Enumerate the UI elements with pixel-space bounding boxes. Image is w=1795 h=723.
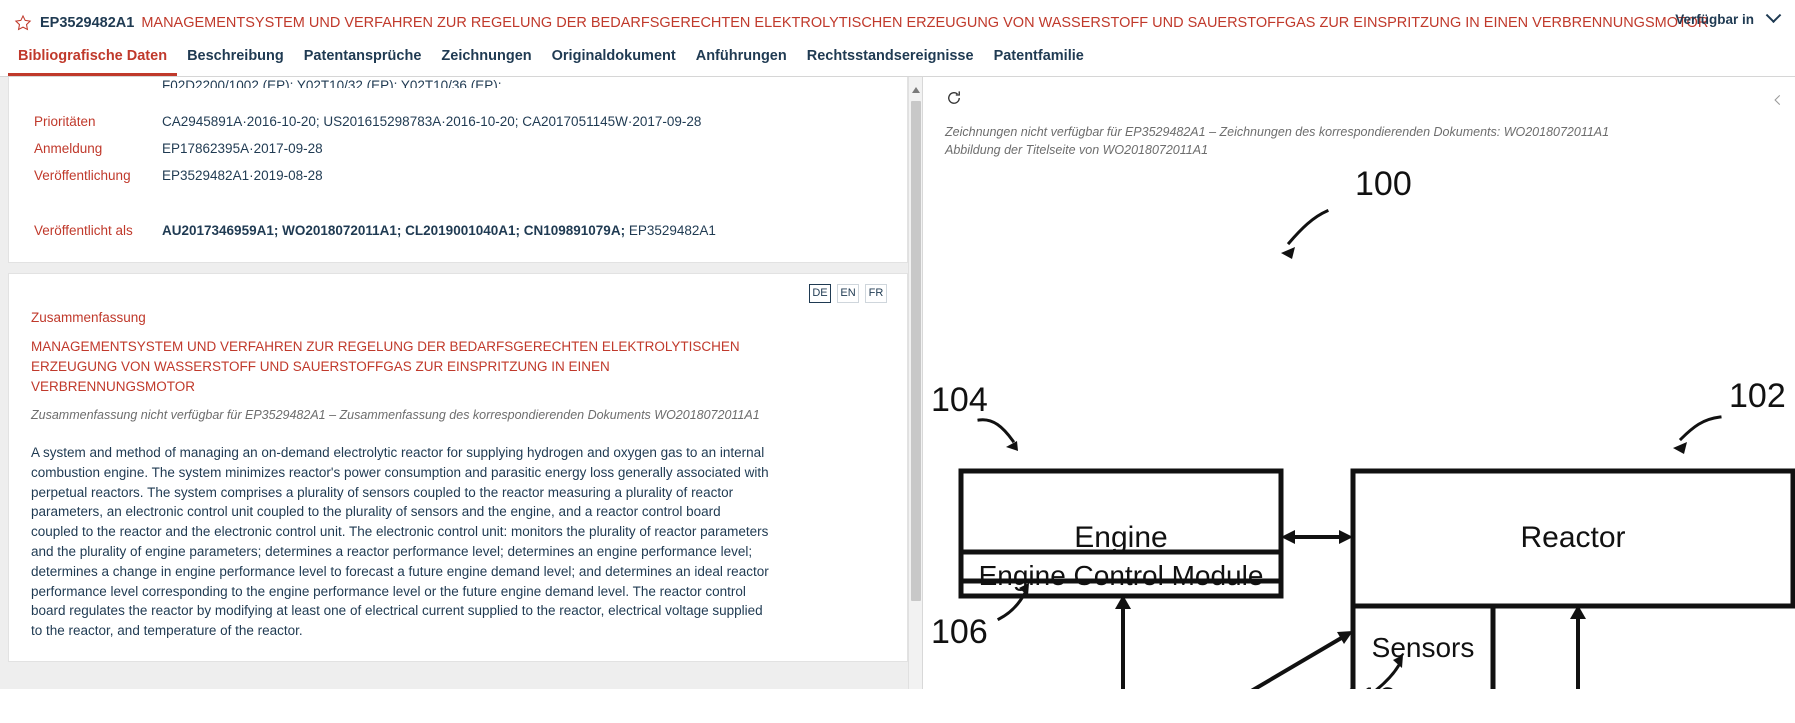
- bib-label: Veröffentlicht als: [34, 223, 133, 238]
- tab-originaldokument[interactable]: Originaldokument: [542, 44, 686, 76]
- figure-svg: 100 102 104 106 110 Engine Engine Contro…: [931, 165, 1795, 689]
- published-as-bold: AU2017346959A1; WO2018072011A1; CL201900…: [162, 223, 626, 238]
- bib-value: EP17862395A·2017-09-28: [162, 141, 323, 156]
- content-area: F02D2200/1002 (EP); Y02T10/32 (EP); Y02T…: [0, 76, 1795, 689]
- bib-label: Anmeldung: [34, 141, 103, 156]
- tab-zeichnungen[interactable]: Zeichnungen: [431, 44, 541, 76]
- patent-figure: 100 102 104 106 110 Engine Engine Contro…: [923, 155, 1795, 689]
- bib-value: AU2017346959A1; WO2018072011A1; CL201900…: [162, 217, 716, 244]
- document-number: EP3529482A1: [40, 15, 135, 31]
- tab-bar: Bibliografische Daten Beschreibung Paten…: [0, 34, 1795, 76]
- scroll-up-arrow-icon[interactable]: [912, 87, 920, 93]
- lang-button-en[interactable]: EN: [837, 284, 859, 303]
- figure-ref-100: 100: [1355, 165, 1412, 203]
- figure-ref-110: 110: [1343, 681, 1397, 689]
- drawings-pane: Zeichnungen nicht verfügbar für EP352948…: [922, 76, 1795, 689]
- left-pane-scrollbar[interactable]: [908, 77, 922, 689]
- page-header: EP3529482A1 MANAGEMENTSYSTEM UND VERFAHR…: [0, 0, 1795, 76]
- bibliographic-pane: F02D2200/1002 (EP); Y02T10/32 (EP); Y02T…: [0, 76, 922, 689]
- figure-box-engine: Engine: [1074, 521, 1167, 554]
- figure-box-sensors: Sensors: [1372, 632, 1475, 663]
- abstract-language-switch: DE EN FR: [809, 284, 887, 303]
- bib-row-anmeldung: Anmeldung EP17862395A·2017-09-28: [9, 135, 907, 162]
- drawings-note-line-1: Zeichnungen nicht verfügbar für EP352948…: [945, 125, 1610, 139]
- cpc-classification-clipped: F02D2200/1002 (EP); Y02T10/32 (EP); Y02T…: [162, 78, 502, 88]
- abstract-unavailable-note: Zusammenfassung nicht verfügbar für EP35…: [31, 408, 760, 422]
- tab-beschreibung[interactable]: Beschreibung: [177, 44, 294, 76]
- abstract-title: MANAGEMENTSYSTEM UND VERFAHREN ZUR REGEL…: [31, 339, 740, 394]
- favorite-star-icon[interactable]: [14, 14, 32, 32]
- bib-value: CA2945891A·2016-10-20; US201615298783A·2…: [162, 114, 702, 129]
- title-row: EP3529482A1 MANAGEMENTSYSTEM UND VERFAHR…: [0, 8, 1795, 34]
- lang-button-fr[interactable]: FR: [865, 284, 887, 303]
- bib-row-veroeffentlicht-als: Veröffentlicht als AU2017346959A1; WO201…: [9, 217, 907, 244]
- bib-row-veroeffentlichung: Veröffentlichung EP3529482A1·2019-08-28: [9, 162, 907, 189]
- chevron-left-icon[interactable]: [1771, 93, 1785, 107]
- figure-ref-106: 106: [931, 613, 988, 651]
- figure-box-engine-control-module: Engine Control Module: [979, 560, 1264, 591]
- figure-box-reactor: Reactor: [1520, 521, 1625, 554]
- abstract-body-text: A system and method of managing an on-de…: [31, 445, 769, 639]
- bib-value: EP3529482A1·2019-08-28: [162, 168, 323, 183]
- bibliographic-card: F02D2200/1002 (EP); Y02T10/32 (EP); Y02T…: [8, 77, 908, 263]
- tab-patentfamilie[interactable]: Patentfamilie: [984, 44, 1094, 76]
- available-in-dropdown[interactable]: Verfügbar in: [1665, 7, 1785, 29]
- bib-label: Prioritäten: [34, 114, 96, 129]
- available-in-label: Verfügbar in: [1675, 12, 1754, 27]
- abstract-card: DE EN FR Zusammenfassung MANAGEMENTSYSTE…: [8, 273, 908, 662]
- scrollbar-thumb[interactable]: [911, 101, 921, 601]
- bib-row-prioritaeten: Prioritäten CA2945891A·2016-10-20; US201…: [9, 108, 907, 135]
- abstract-heading: Zusammenfassung: [31, 310, 146, 325]
- page-title: MANAGEMENTSYSTEM UND VERFAHREN ZUR REGEL…: [141, 15, 1709, 31]
- figure-ref-102: 102: [1729, 377, 1786, 415]
- tab-bibliografische-daten[interactable]: Bibliografische Daten: [8, 44, 178, 76]
- tab-anfuehrungen[interactable]: Anführungen: [686, 44, 797, 76]
- refresh-icon[interactable]: [945, 89, 963, 107]
- chevron-down-icon: [1765, 7, 1782, 24]
- tab-rechtsstandsereignisse[interactable]: Rechtsstandsereignisse: [797, 44, 984, 76]
- published-as-plain: EP3529482A1: [625, 223, 716, 238]
- tab-patentansprueche[interactable]: Patentansprüche: [294, 44, 432, 76]
- lang-button-de[interactable]: DE: [809, 284, 831, 303]
- drawings-unavailable-note: Zeichnungen nicht verfügbar für EP352948…: [945, 123, 1609, 159]
- figure-ref-104: 104: [931, 381, 988, 419]
- bib-label: Veröffentlichung: [34, 168, 131, 183]
